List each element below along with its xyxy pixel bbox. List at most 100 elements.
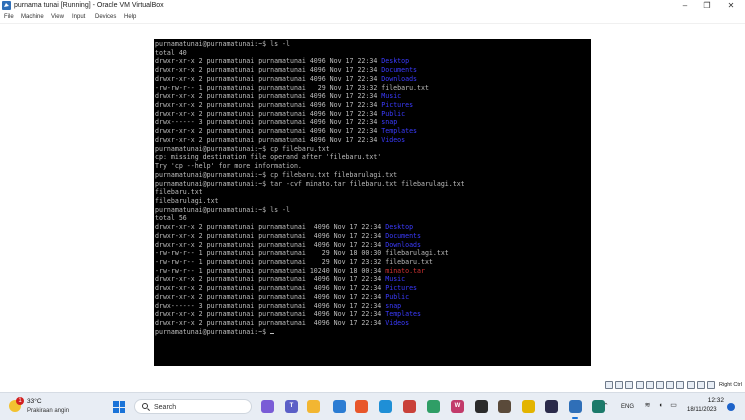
terminal-line: drwxr-xr-x 2 purnamatunai purnamatunai 4… — [155, 101, 590, 110]
network-icon[interactable] — [635, 381, 644, 389]
mouse-integration-icon[interactable] — [696, 381, 705, 389]
clock-time[interactable]: 12:32 — [700, 397, 724, 405]
terminal-filename: Pictures — [381, 101, 414, 110]
minimize-button[interactable]: – — [674, 0, 696, 12]
chrome-app-icon[interactable] — [521, 400, 535, 413]
terminal-text: -rw-rw-r-- 1 purnamatunai purnamatunai 1… — [155, 266, 386, 275]
menu-view[interactable]: View — [51, 13, 64, 22]
terminal-line: cp: missing destination file operand aft… — [155, 153, 590, 162]
terminal-line: total 56 — [155, 214, 590, 223]
terminal-text: drwxr-xr-x 2 purnamatunai purnamatunai 4… — [155, 292, 386, 301]
usb-icon[interactable] — [645, 381, 654, 389]
terminal-text: purnamatunai@purnamatunai:~$ ls -l — [155, 40, 290, 48]
terminal-text: drwxr-xr-x 2 purnamatunai purnamatunai 4… — [155, 284, 386, 293]
optical-drive-icon[interactable] — [615, 381, 624, 389]
weather-temperature[interactable]: 33°C — [27, 398, 42, 406]
terminal-filename: Public — [381, 109, 406, 118]
widgets-app-icon[interactable] — [261, 400, 274, 413]
terminal-filename: Desktop — [385, 223, 414, 232]
terminal-text: drwxr-xr-x 2 purnamatunai purnamatunai 4… — [155, 127, 382, 136]
input-language-indicator[interactable]: ENG — [621, 403, 634, 411]
vivaldi-app-icon[interactable]: W — [451, 400, 464, 413]
paint-app-icon[interactable] — [427, 400, 440, 413]
terminal-line: -rw-rw-r-- 1 purnamatunai purnamatunai 2… — [155, 249, 590, 258]
teams-app-icon[interactable]: T — [285, 400, 298, 413]
terminal-text: cp: missing destination file operand aft… — [155, 153, 382, 162]
close-button[interactable]: ✕ — [720, 0, 742, 12]
terminal-text: drwx------ 3 purnamatunai purnamatunai 4… — [155, 118, 382, 127]
terminal-filename: Downloads — [381, 74, 418, 83]
wifi-icon[interactable]: ≋ — [643, 402, 652, 410]
clock-date[interactable]: 18/11/2023 — [687, 406, 717, 414]
terminal-text: drwxr-xr-x 2 purnamatunai purnamatunai 4… — [155, 92, 382, 101]
guest-terminal[interactable]: purnamatunai@purnamatunai:~$ ls -l total … — [154, 39, 591, 366]
terminal-output: purnamatunai@purnamatunai:~$ ls -l total … — [155, 40, 590, 336]
display-icon[interactable] — [666, 381, 675, 389]
tray-overflow-chevron-icon[interactable]: ⌃ — [603, 402, 609, 411]
windows-taskbar: 1 33°C Prakiraan angin Search T W ⌃ ENG ≋… — [0, 392, 745, 420]
terminal-line: purnamatunai@purnamatunai:~$ cp filebaru… — [155, 145, 590, 154]
terminal-line: drwx------ 3 purnamatunai purnamatunai 4… — [155, 118, 590, 127]
terminal-text: purnamatunai@purnamatunai:~$ tar -cvf mi… — [155, 179, 465, 188]
vscode-app-icon[interactable] — [545, 400, 558, 413]
terminal-text: drwxr-xr-x 2 purnamatunai purnamatunai 4… — [155, 109, 382, 118]
firefox-app-icon[interactable] — [355, 400, 368, 413]
host-key-label: Right Ctrl — [719, 382, 742, 388]
menu-devices[interactable]: Devices — [95, 13, 116, 22]
terminal-text: total 56 — [155, 214, 187, 223]
terminal-text: drwxr-xr-x 2 purnamatunai purnamatunai 4… — [155, 223, 386, 232]
terminal-text: -rw-rw-r-- 1 purnamatunai purnamatunai 2… — [155, 257, 433, 266]
hard-disk-icon[interactable] — [605, 381, 613, 389]
terminal-filename: Templates — [385, 310, 421, 319]
capture-app-icon[interactable] — [498, 400, 511, 413]
terminal-line: purnamatunai@purnamatunai:~$ cp filebaru… — [155, 171, 590, 180]
terminal-filename: Documents — [381, 66, 418, 75]
terminal-line: -rw-rw-r-- 1 purnamatunai purnamatunai 1… — [155, 267, 590, 276]
terminal-filename: Videos — [381, 135, 406, 144]
menu-bar: File Machine View Input Devices Help — [0, 12, 745, 24]
shared-folder-icon[interactable] — [656, 381, 664, 389]
terminal-line: drwxr-xr-x 2 purnamatunai purnamatunai 4… — [155, 319, 590, 328]
terminal-text: purnamatunai@purnamatunai:~$ cp filebaru… — [155, 144, 330, 153]
file-explorer-app-icon[interactable] — [307, 400, 320, 413]
terminal-app-icon[interactable] — [474, 400, 488, 413]
terminal-text: filebaru.txt — [155, 188, 203, 197]
start-button[interactable] — [113, 401, 125, 413]
terminal-filename: Templates — [381, 127, 418, 136]
terminal-line: purnamatunai@purnamatunai:~$ ls -l — [155, 40, 590, 49]
virtualbox-app-icon — [2, 1, 11, 10]
terminal-text: drwx------ 3 purnamatunai purnamatunai 4… — [155, 301, 386, 310]
terminal-filename: minato.tar — [385, 266, 425, 275]
terminal-text: total 40 — [155, 48, 187, 57]
taskbar-search-box[interactable]: Search — [134, 399, 252, 414]
terminal-text: drwxr-xr-x 2 purnamatunai purnamatunai 4… — [155, 57, 382, 66]
recording-icon[interactable] — [676, 381, 685, 389]
terminal-line: drwxr-xr-x 2 purnamatunai purnamatunai 4… — [155, 232, 590, 241]
battery-icon[interactable]: ▭ — [669, 402, 678, 410]
search-placeholder: Search — [154, 404, 177, 411]
store-app-icon[interactable] — [333, 400, 346, 413]
terminal-line: drwxr-xr-x 2 purnamatunai purnamatunai 4… — [155, 223, 590, 232]
keyboard-icon[interactable] — [707, 381, 715, 389]
edge-app-icon[interactable] — [379, 400, 392, 413]
terminal-line: Try 'cp --help' for more information. — [155, 162, 590, 171]
photos-app-icon[interactable] — [403, 400, 416, 413]
volume-icon[interactable]: ◖ — [656, 402, 665, 410]
virtualbox-app-icon[interactable] — [568, 400, 582, 413]
terminal-line: drwxr-xr-x 2 purnamatunai purnamatunai 4… — [155, 275, 590, 284]
terminal-line: purnamatunai@purnamatunai:~$ tar -cvf mi… — [155, 180, 590, 189]
weather-description[interactable]: Prakiraan angin — [27, 407, 69, 415]
notification-icon[interactable] — [727, 403, 735, 411]
restore-button[interactable]: ❐ — [696, 0, 718, 12]
menu-machine[interactable]: Machine — [21, 13, 44, 22]
menu-file[interactable]: File — [4, 13, 14, 22]
menu-help[interactable]: Help — [124, 13, 136, 22]
terminal-text: drwxr-xr-x 2 purnamatunai purnamatunai 4… — [155, 101, 382, 110]
terminal-filename: snap — [385, 301, 402, 310]
terminal-filename: Music — [381, 92, 402, 101]
terminal-line: filebaru.txt — [155, 188, 590, 197]
vbox-status-bar: Right Ctrl — [0, 378, 745, 392]
audio-icon[interactable] — [625, 381, 634, 389]
cpu-icon[interactable] — [686, 381, 695, 389]
menu-input[interactable]: Input — [72, 13, 85, 22]
